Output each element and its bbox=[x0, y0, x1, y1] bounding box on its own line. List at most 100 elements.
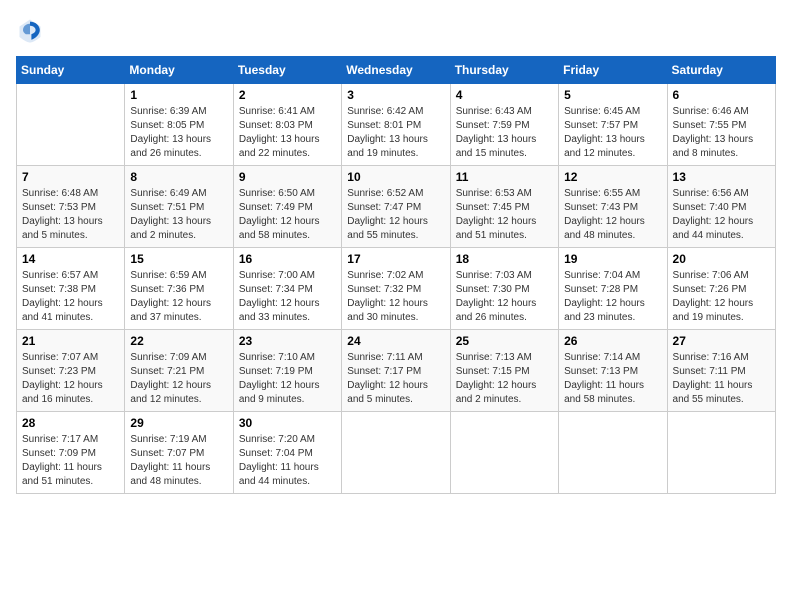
calendar-cell: 8Sunrise: 6:49 AM Sunset: 7:51 PM Daylig… bbox=[125, 166, 233, 248]
day-info: Sunrise: 6:56 AM Sunset: 7:40 PM Dayligh… bbox=[673, 187, 770, 243]
day-number: 9 bbox=[239, 170, 336, 184]
calendar-cell bbox=[667, 412, 775, 494]
calendar-cell: 6 Sunrise: 6:46 AM Sunset: 7:55 PM Daylig… bbox=[667, 84, 775, 166]
calendar-cell: 19Sunrise: 7:04 AM Sunset: 7:28 PM Dayli… bbox=[559, 248, 667, 330]
calendar-week-row: 1 Sunrise: 6:39 AM Sunset: 8:05 PM Daylig… bbox=[17, 84, 776, 166]
day-number: 21 bbox=[22, 334, 119, 348]
calendar-cell: 30 Sunrise: 7:20 AM Sunset: 7:04 PM Dayli… bbox=[233, 412, 341, 494]
logo-icon bbox=[16, 16, 44, 44]
calendar-header-friday: Friday bbox=[559, 57, 667, 84]
calendar-cell: 21 Sunrise: 7:07 AM Sunset: 7:23 PM Dayli… bbox=[17, 330, 125, 412]
day-number: 12 bbox=[564, 170, 661, 184]
day-info: Sunrise: 7:00 AM Sunset: 7:34 PM Dayligh… bbox=[239, 269, 336, 325]
calendar-week-row: 28 Sunrise: 7:17 AM Sunset: 7:09 PM Dayli… bbox=[17, 412, 776, 494]
calendar-cell bbox=[17, 84, 125, 166]
day-number: 20 bbox=[673, 252, 770, 266]
day-info: Sunrise: 7:07 AM Sunset: 7:23 PM Dayligh… bbox=[22, 351, 119, 407]
day-number: 24 bbox=[347, 334, 444, 348]
day-info: Sunrise: 6:57 AM Sunset: 7:38 PM Dayligh… bbox=[22, 269, 119, 325]
page-header bbox=[16, 16, 776, 44]
calendar-cell: 1 Sunrise: 6:39 AM Sunset: 8:05 PM Daylig… bbox=[125, 84, 233, 166]
day-number: 6 bbox=[673, 88, 770, 102]
day-info: Sunrise: 7:02 AM Sunset: 7:32 PM Dayligh… bbox=[347, 269, 444, 325]
calendar-cell: 2 Sunrise: 6:41 AM Sunset: 8:03 PM Daylig… bbox=[233, 84, 341, 166]
day-number: 16 bbox=[239, 252, 336, 266]
day-info: Sunrise: 6:43 AM Sunset: 7:59 PM Dayligh… bbox=[456, 105, 553, 161]
day-info: Sunrise: 6:55 AM Sunset: 7:43 PM Dayligh… bbox=[564, 187, 661, 243]
day-info: Sunrise: 6:42 AM Sunset: 8:01 PM Dayligh… bbox=[347, 105, 444, 161]
day-number: 2 bbox=[239, 88, 336, 102]
day-info: Sunrise: 6:52 AM Sunset: 7:47 PM Dayligh… bbox=[347, 187, 444, 243]
calendar-cell: 23Sunrise: 7:10 AM Sunset: 7:19 PM Dayli… bbox=[233, 330, 341, 412]
day-info: Sunrise: 6:50 AM Sunset: 7:49 PM Dayligh… bbox=[239, 187, 336, 243]
day-number: 25 bbox=[456, 334, 553, 348]
calendar-cell: 22 Sunrise: 7:09 AM Sunset: 7:21 PM Dayli… bbox=[125, 330, 233, 412]
calendar-cell: 27 Sunrise: 7:16 AM Sunset: 7:11 PM Dayli… bbox=[667, 330, 775, 412]
day-info: Sunrise: 6:39 AM Sunset: 8:05 PM Dayligh… bbox=[130, 105, 227, 161]
calendar-cell: 13 Sunrise: 6:56 AM Sunset: 7:40 PM Dayli… bbox=[667, 166, 775, 248]
day-number: 7 bbox=[22, 170, 119, 184]
day-info: Sunrise: 7:11 AM Sunset: 7:17 PM Dayligh… bbox=[347, 351, 444, 407]
day-number: 13 bbox=[673, 170, 770, 184]
calendar-header-saturday: Saturday bbox=[667, 57, 775, 84]
day-number: 27 bbox=[673, 334, 770, 348]
calendar-table: SundayMondayTuesdayWednesdayThursdayFrid… bbox=[16, 56, 776, 494]
logo bbox=[16, 16, 48, 44]
day-info: Sunrise: 7:16 AM Sunset: 7:11 PM Dayligh… bbox=[673, 351, 770, 407]
day-number: 30 bbox=[239, 416, 336, 430]
calendar-week-row: 7 Sunrise: 6:48 AM Sunset: 7:53 PM Daylig… bbox=[17, 166, 776, 248]
day-info: Sunrise: 7:04 AM Sunset: 7:28 PM Dayligh… bbox=[564, 269, 661, 325]
day-number: 18 bbox=[456, 252, 553, 266]
day-info: Sunrise: 7:20 AM Sunset: 7:04 PM Dayligh… bbox=[239, 433, 336, 489]
calendar-cell: 16 Sunrise: 7:00 AM Sunset: 7:34 PM Dayli… bbox=[233, 248, 341, 330]
day-number: 26 bbox=[564, 334, 661, 348]
day-info: Sunrise: 6:46 AM Sunset: 7:55 PM Dayligh… bbox=[673, 105, 770, 161]
calendar-cell: 28 Sunrise: 7:17 AM Sunset: 7:09 PM Dayli… bbox=[17, 412, 125, 494]
calendar-header-tuesday: Tuesday bbox=[233, 57, 341, 84]
calendar-cell: 17 Sunrise: 7:02 AM Sunset: 7:32 PM Dayli… bbox=[342, 248, 450, 330]
day-number: 14 bbox=[22, 252, 119, 266]
calendar-cell: 14 Sunrise: 6:57 AM Sunset: 7:38 PM Dayli… bbox=[17, 248, 125, 330]
calendar-header-thursday: Thursday bbox=[450, 57, 558, 84]
calendar-cell: 24 Sunrise: 7:11 AM Sunset: 7:17 PM Dayli… bbox=[342, 330, 450, 412]
day-info: Sunrise: 7:09 AM Sunset: 7:21 PM Dayligh… bbox=[130, 351, 227, 407]
day-info: Sunrise: 7:03 AM Sunset: 7:30 PM Dayligh… bbox=[456, 269, 553, 325]
calendar-header-wednesday: Wednesday bbox=[342, 57, 450, 84]
calendar-cell: 15Sunrise: 6:59 AM Sunset: 7:36 PM Dayli… bbox=[125, 248, 233, 330]
day-number: 17 bbox=[347, 252, 444, 266]
calendar-cell: 25 Sunrise: 7:13 AM Sunset: 7:15 PM Dayli… bbox=[450, 330, 558, 412]
calendar-cell bbox=[559, 412, 667, 494]
day-number: 15 bbox=[130, 252, 227, 266]
calendar-cell: 9 Sunrise: 6:50 AM Sunset: 7:49 PM Daylig… bbox=[233, 166, 341, 248]
day-number: 3 bbox=[347, 88, 444, 102]
day-number: 29 bbox=[130, 416, 227, 430]
day-info: Sunrise: 6:53 AM Sunset: 7:45 PM Dayligh… bbox=[456, 187, 553, 243]
day-number: 4 bbox=[456, 88, 553, 102]
day-number: 11 bbox=[456, 170, 553, 184]
calendar-cell: 3 Sunrise: 6:42 AM Sunset: 8:01 PM Daylig… bbox=[342, 84, 450, 166]
day-info: Sunrise: 6:48 AM Sunset: 7:53 PM Dayligh… bbox=[22, 187, 119, 243]
calendar-header-sunday: Sunday bbox=[17, 57, 125, 84]
calendar-cell: 11 Sunrise: 6:53 AM Sunset: 7:45 PM Dayli… bbox=[450, 166, 558, 248]
day-info: Sunrise: 7:13 AM Sunset: 7:15 PM Dayligh… bbox=[456, 351, 553, 407]
calendar-cell: 10 Sunrise: 6:52 AM Sunset: 7:47 PM Dayli… bbox=[342, 166, 450, 248]
calendar-cell: 18 Sunrise: 7:03 AM Sunset: 7:30 PM Dayli… bbox=[450, 248, 558, 330]
calendar-week-row: 14 Sunrise: 6:57 AM Sunset: 7:38 PM Dayli… bbox=[17, 248, 776, 330]
day-info: Sunrise: 6:41 AM Sunset: 8:03 PM Dayligh… bbox=[239, 105, 336, 161]
calendar-cell bbox=[342, 412, 450, 494]
day-info: Sunrise: 7:17 AM Sunset: 7:09 PM Dayligh… bbox=[22, 433, 119, 489]
calendar-cell: 7 Sunrise: 6:48 AM Sunset: 7:53 PM Daylig… bbox=[17, 166, 125, 248]
day-number: 10 bbox=[347, 170, 444, 184]
day-number: 22 bbox=[130, 334, 227, 348]
calendar-cell: 12 Sunrise: 6:55 AM Sunset: 7:43 PM Dayli… bbox=[559, 166, 667, 248]
calendar-cell: 26Sunrise: 7:14 AM Sunset: 7:13 PM Dayli… bbox=[559, 330, 667, 412]
calendar-week-row: 21 Sunrise: 7:07 AM Sunset: 7:23 PM Dayli… bbox=[17, 330, 776, 412]
day-number: 1 bbox=[130, 88, 227, 102]
day-number: 23 bbox=[239, 334, 336, 348]
calendar-cell bbox=[450, 412, 558, 494]
day-info: Sunrise: 7:19 AM Sunset: 7:07 PM Dayligh… bbox=[130, 433, 227, 489]
day-number: 8 bbox=[130, 170, 227, 184]
calendar-cell: 29 Sunrise: 7:19 AM Sunset: 7:07 PM Dayli… bbox=[125, 412, 233, 494]
day-number: 28 bbox=[22, 416, 119, 430]
calendar-header-monday: Monday bbox=[125, 57, 233, 84]
